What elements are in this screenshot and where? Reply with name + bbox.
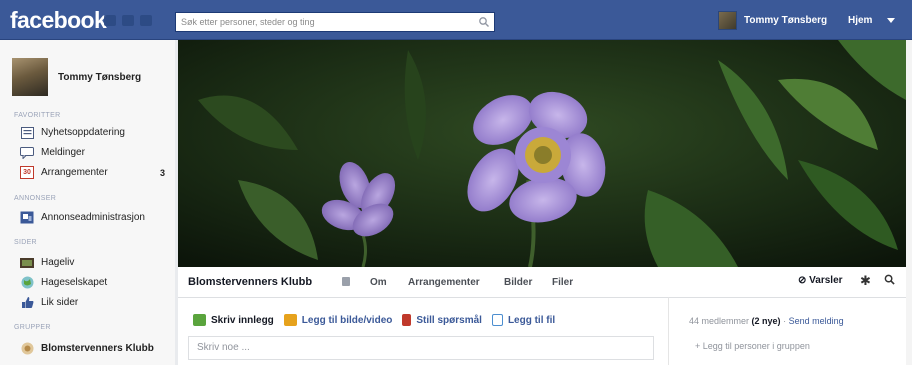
notification-jewels [104,15,152,26]
sidebar-item-label: Arrangementer [41,167,108,178]
sidebar-item-hageliv[interactable]: Hageliv [20,256,74,269]
tab-files[interactable]: Filer [552,277,573,288]
sidebar-item-label: Hageliv [41,257,75,268]
sidebar-item-label: Blomstervenners Klubb [41,343,154,354]
block-icon: ⊘ [798,275,807,286]
action-label: Legg til fil [507,314,556,326]
sidebar-item-label: Meldinger [41,147,85,158]
group-title[interactable]: Blomstervenners Klubb [188,276,312,288]
sidebar-item-news-feed[interactable]: Nyhetsoppdatering [20,126,125,139]
sidebar-item-like-pages[interactable]: Lik sider [20,296,78,309]
photo-icon [283,314,297,326]
ads-manager-icon [20,211,34,224]
home-link[interactable]: Hjem [848,15,872,26]
composer-actions: Skriv innlegg Legg til bilde/video Still… [193,314,555,326]
notifications-icon[interactable] [140,15,152,26]
top-navigation-bar: facebook Søk etter personer, steder og t… [0,0,912,40]
section-groups: GRUPPER [14,324,51,331]
section-ads: ANNONSER [14,195,57,202]
sidebar-profile[interactable]: Tommy Tønsberg [12,58,141,96]
sidebar-item-hageselskapet[interactable]: Hageselskapet [20,276,107,289]
lock-icon [342,277,350,286]
sidebar-item-label: Lik sider [41,297,79,308]
sidebar-item-label: Hageselskapet [41,277,108,288]
tab-events[interactable]: Arrangementer [408,277,480,288]
search-input[interactable]: Søk etter personer, steder og ting [175,12,495,32]
events-count-badge: 3 [160,168,166,178]
separator: · [783,316,787,326]
sidebar-item-label: Nyhetsoppdatering [41,127,125,138]
send-message-link[interactable]: Send melding [789,316,844,326]
section-favorites: FAVORITTER [14,112,61,119]
profile-picture[interactable] [12,58,48,96]
friend-requests-icon[interactable] [104,15,116,26]
file-icon [491,314,503,326]
sidebar-item-label: Annonseadministrasjon [41,212,145,223]
action-label: Legg til bilde/video [301,314,393,326]
post-composer: Skriv innlegg Legg til bilde/video Still… [178,297,668,365]
search-placeholder: Søk etter personer, steder og ting [181,17,315,27]
gear-icon[interactable]: ✱ [860,273,871,289]
search-icon[interactable] [478,16,490,28]
search-icon[interactable] [884,274,895,288]
add-photo-video-button[interactable]: Legg til bilde/video [283,314,393,326]
ask-question-button[interactable]: Still spørsmål [402,314,482,326]
group-icon [20,342,34,355]
globe-icon [20,276,34,289]
post-text-input[interactable]: Skriv noe ... [188,336,654,360]
members-line: 44 medlemmer (2 nye) · Send melding [689,316,844,326]
top-user-name: Tommy Tønsberg [744,15,828,26]
write-post-button[interactable]: Skriv innlegg [193,314,274,326]
group-info-panel: 44 medlemmer (2 nye) · Send melding + Le… [668,297,906,365]
question-icon [402,314,412,326]
add-file-button[interactable]: Legg til fil [491,314,556,326]
cover-image [178,40,906,267]
events-icon: 30 [20,166,34,179]
flag-icon [20,256,34,269]
new-members-count: (2 nye) [751,316,781,326]
notifications-label: Varsler [809,275,843,286]
facebook-logo[interactable]: facebook [10,7,107,34]
section-pages: SIDER [14,239,37,246]
action-label: Still spørsmål [416,314,482,326]
action-label: Skriv innlegg [211,314,274,326]
sidebar-item-events[interactable]: 30 Arrangementer [20,166,108,179]
profile-name[interactable]: Tommy Tønsberg [58,72,141,83]
group-cover-photo[interactable] [178,40,906,267]
tab-about[interactable]: Om [370,277,387,288]
group-header-bar: Blomstervenners Klubb Om Arrangementer B… [178,267,906,297]
right-edge [906,40,912,365]
news-feed-icon [20,126,34,139]
avatar [718,11,737,30]
account-menu-caret-icon[interactable] [887,18,895,23]
top-profile-link[interactable]: Tommy Tønsberg [718,11,827,30]
members-count[interactable]: 44 medlemmer [689,316,749,326]
sidebar-item-ads-manager[interactable]: Annonseadministrasjon [20,211,145,224]
thumbs-up-icon [20,296,34,309]
status-icon [193,314,206,326]
notifications-button[interactable]: ⊘ Varsler [798,275,843,286]
messages-icon [20,146,34,159]
sidebar-item-group[interactable]: Blomstervenners Klubb [20,342,154,355]
tab-photos[interactable]: Bilder [504,277,532,288]
left-sidebar: Tommy Tønsberg FAVORITTER Nyhetsoppdater… [0,40,175,365]
messages-jewel-icon[interactable] [122,15,134,26]
add-people-input[interactable]: + Legg til personer i gruppen [695,341,810,351]
sidebar-item-messages[interactable]: Meldinger [20,146,85,159]
